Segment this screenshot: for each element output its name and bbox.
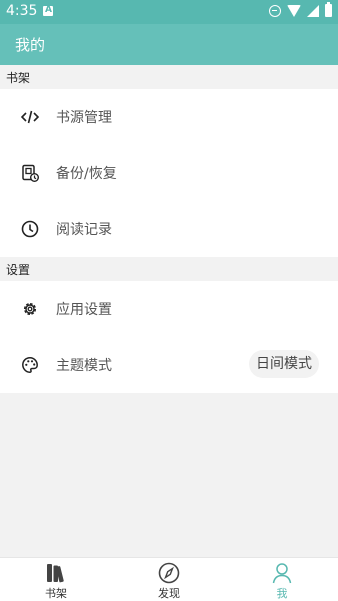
compass-icon bbox=[158, 562, 180, 584]
tab-label: 发现 bbox=[158, 587, 180, 600]
list-item-app-settings[interactable]: 应用设置 bbox=[0, 281, 338, 337]
section-header-label: 设置 bbox=[6, 263, 31, 277]
backup-restore-icon bbox=[22, 164, 39, 182]
tab-bookshelf[interactable]: 书架 bbox=[0, 558, 112, 601]
a-notification-icon bbox=[43, 5, 53, 16]
theme-mode-value[interactable]: 日间模式 bbox=[249, 350, 319, 378]
bookshelf-icon bbox=[47, 564, 64, 583]
list-item-label: 书源管理 bbox=[56, 110, 112, 126]
list-item-label: 阅读记录 bbox=[56, 222, 112, 238]
tab-me[interactable]: 我 bbox=[226, 558, 338, 601]
signal-icon bbox=[307, 4, 319, 17]
code-icon bbox=[21, 110, 39, 124]
status-time: 4:35 bbox=[6, 3, 38, 19]
status-icons bbox=[269, 2, 332, 17]
gear-icon bbox=[23, 302, 37, 316]
tab-discover[interactable]: 发现 bbox=[113, 558, 225, 601]
page-title: 我的 bbox=[15, 36, 46, 54]
bookshelf-list: 书源管理 备份/恢复 阅读记录 bbox=[0, 89, 338, 257]
bottom-navigation: 书架 发现 我 bbox=[0, 557, 338, 601]
wifi-icon bbox=[287, 4, 301, 17]
section-header-bookshelf: 书架 bbox=[0, 65, 338, 89]
clock-icon bbox=[21, 220, 39, 238]
status-bar: 4:35 bbox=[0, 0, 338, 24]
list-item-theme-mode[interactable]: 主题模式 日间模式 bbox=[0, 337, 338, 393]
person-icon bbox=[272, 563, 292, 584]
section-header-label: 书架 bbox=[6, 71, 31, 85]
palette-icon bbox=[22, 357, 38, 373]
do-not-disturb-icon bbox=[269, 4, 281, 17]
list-item-backup-restore[interactable]: 备份/恢复 bbox=[0, 145, 338, 201]
list-item-label: 备份/恢复 bbox=[56, 166, 117, 182]
settings-list: 应用设置 主题模式 日间模式 bbox=[0, 281, 338, 393]
section-header-settings: 设置 bbox=[0, 257, 338, 281]
tab-label: 书架 bbox=[45, 587, 67, 600]
list-item-label: 应用设置 bbox=[56, 302, 112, 318]
battery-icon bbox=[325, 2, 332, 17]
tab-label: 我 bbox=[276, 587, 288, 600]
list-item-label: 主题模式 bbox=[56, 358, 112, 374]
list-item-reading-history[interactable]: 阅读记录 bbox=[0, 201, 338, 257]
list-item-source-management[interactable]: 书源管理 bbox=[0, 89, 338, 145]
app-bar: 我的 bbox=[0, 24, 338, 65]
